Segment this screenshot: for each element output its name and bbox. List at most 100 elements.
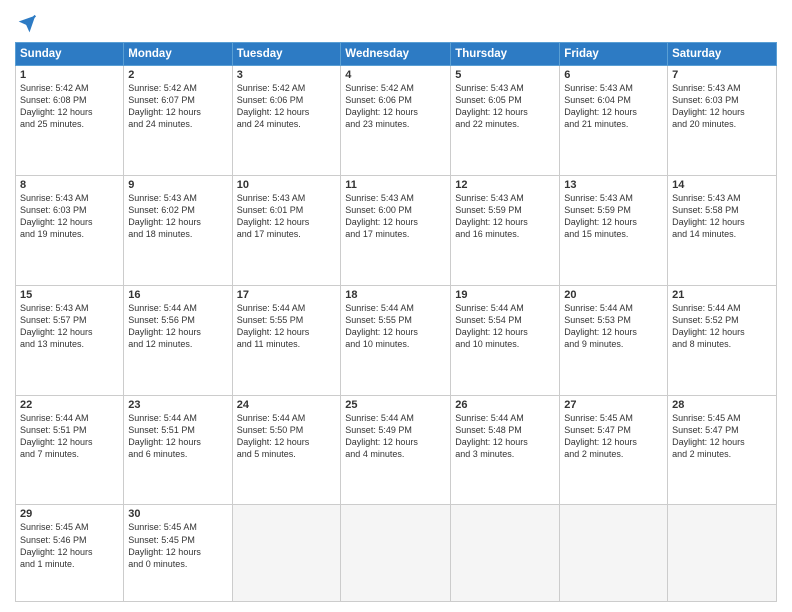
calendar-day-cell: 2Sunrise: 5:42 AM Sunset: 6:07 PM Daylig…	[124, 66, 232, 176]
weekday-header-cell: Tuesday	[232, 43, 341, 66]
calendar-day-cell: 27Sunrise: 5:45 AM Sunset: 5:47 PM Dayli…	[560, 395, 668, 505]
calendar-day-cell: 25Sunrise: 5:44 AM Sunset: 5:49 PM Dayli…	[341, 395, 451, 505]
calendar-day-cell: 22Sunrise: 5:44 AM Sunset: 5:51 PM Dayli…	[16, 395, 124, 505]
day-info: Sunrise: 5:45 AM Sunset: 5:47 PM Dayligh…	[672, 412, 772, 461]
day-number: 3	[237, 69, 337, 81]
weekday-header-cell: Saturday	[668, 43, 777, 66]
calendar-day-cell: 11Sunrise: 5:43 AM Sunset: 6:00 PM Dayli…	[341, 175, 451, 285]
day-info: Sunrise: 5:43 AM Sunset: 6:04 PM Dayligh…	[564, 82, 663, 131]
day-info: Sunrise: 5:44 AM Sunset: 5:54 PM Dayligh…	[455, 302, 555, 351]
day-number: 4	[345, 69, 446, 81]
day-info: Sunrise: 5:44 AM Sunset: 5:48 PM Dayligh…	[455, 412, 555, 461]
day-number: 28	[672, 399, 772, 411]
calendar-week-row: 15Sunrise: 5:43 AM Sunset: 5:57 PM Dayli…	[16, 285, 777, 395]
day-info: Sunrise: 5:43 AM Sunset: 5:57 PM Dayligh…	[20, 302, 119, 351]
day-number: 19	[455, 289, 555, 301]
day-info: Sunrise: 5:44 AM Sunset: 5:55 PM Dayligh…	[345, 302, 446, 351]
calendar-day-cell: 6Sunrise: 5:43 AM Sunset: 6:04 PM Daylig…	[560, 66, 668, 176]
calendar-day-cell: 3Sunrise: 5:42 AM Sunset: 6:06 PM Daylig…	[232, 66, 341, 176]
day-info: Sunrise: 5:43 AM Sunset: 5:59 PM Dayligh…	[455, 192, 555, 241]
day-number: 21	[672, 289, 772, 301]
calendar-day-cell: 19Sunrise: 5:44 AM Sunset: 5:54 PM Dayli…	[451, 285, 560, 395]
calendar-day-cell	[451, 505, 560, 602]
day-number: 20	[564, 289, 663, 301]
day-number: 29	[20, 508, 119, 520]
calendar-day-cell: 30Sunrise: 5:45 AM Sunset: 5:45 PM Dayli…	[124, 505, 232, 602]
day-info: Sunrise: 5:42 AM Sunset: 6:07 PM Dayligh…	[128, 82, 227, 131]
day-info: Sunrise: 5:44 AM Sunset: 5:53 PM Dayligh…	[564, 302, 663, 351]
calendar-table: SundayMondayTuesdayWednesdayThursdayFrid…	[15, 42, 777, 602]
day-number: 30	[128, 508, 227, 520]
day-number: 11	[345, 179, 446, 191]
calendar-day-cell: 24Sunrise: 5:44 AM Sunset: 5:50 PM Dayli…	[232, 395, 341, 505]
day-number: 22	[20, 399, 119, 411]
calendar-day-cell: 29Sunrise: 5:45 AM Sunset: 5:46 PM Dayli…	[16, 505, 124, 602]
day-info: Sunrise: 5:45 AM Sunset: 5:46 PM Dayligh…	[20, 521, 119, 570]
day-number: 14	[672, 179, 772, 191]
day-number: 24	[237, 399, 337, 411]
weekday-header-cell: Wednesday	[341, 43, 451, 66]
day-number: 25	[345, 399, 446, 411]
day-info: Sunrise: 5:45 AM Sunset: 5:45 PM Dayligh…	[128, 521, 227, 570]
calendar-day-cell	[668, 505, 777, 602]
day-info: Sunrise: 5:44 AM Sunset: 5:52 PM Dayligh…	[672, 302, 772, 351]
day-number: 15	[20, 289, 119, 301]
calendar-day-cell: 13Sunrise: 5:43 AM Sunset: 5:59 PM Dayli…	[560, 175, 668, 285]
calendar-body: 1Sunrise: 5:42 AM Sunset: 6:08 PM Daylig…	[16, 66, 777, 602]
logo	[15, 14, 37, 34]
day-number: 9	[128, 179, 227, 191]
logo-bird-icon	[17, 14, 37, 34]
calendar-day-cell: 8Sunrise: 5:43 AM Sunset: 6:03 PM Daylig…	[16, 175, 124, 285]
day-info: Sunrise: 5:42 AM Sunset: 6:06 PM Dayligh…	[345, 82, 446, 131]
calendar-day-cell: 28Sunrise: 5:45 AM Sunset: 5:47 PM Dayli…	[668, 395, 777, 505]
day-info: Sunrise: 5:43 AM Sunset: 6:03 PM Dayligh…	[672, 82, 772, 131]
calendar-day-cell: 7Sunrise: 5:43 AM Sunset: 6:03 PM Daylig…	[668, 66, 777, 176]
calendar-day-cell: 26Sunrise: 5:44 AM Sunset: 5:48 PM Dayli…	[451, 395, 560, 505]
calendar-day-cell: 17Sunrise: 5:44 AM Sunset: 5:55 PM Dayli…	[232, 285, 341, 395]
day-info: Sunrise: 5:43 AM Sunset: 5:58 PM Dayligh…	[672, 192, 772, 241]
page: SundayMondayTuesdayWednesdayThursdayFrid…	[0, 0, 792, 612]
day-number: 26	[455, 399, 555, 411]
day-info: Sunrise: 5:42 AM Sunset: 6:06 PM Dayligh…	[237, 82, 337, 131]
day-number: 27	[564, 399, 663, 411]
day-info: Sunrise: 5:43 AM Sunset: 6:00 PM Dayligh…	[345, 192, 446, 241]
calendar-day-cell: 4Sunrise: 5:42 AM Sunset: 6:06 PM Daylig…	[341, 66, 451, 176]
header	[15, 10, 777, 34]
calendar-day-cell: 10Sunrise: 5:43 AM Sunset: 6:01 PM Dayli…	[232, 175, 341, 285]
calendar-day-cell: 15Sunrise: 5:43 AM Sunset: 5:57 PM Dayli…	[16, 285, 124, 395]
day-info: Sunrise: 5:44 AM Sunset: 5:56 PM Dayligh…	[128, 302, 227, 351]
day-number: 10	[237, 179, 337, 191]
calendar-day-cell: 9Sunrise: 5:43 AM Sunset: 6:02 PM Daylig…	[124, 175, 232, 285]
calendar-day-cell: 21Sunrise: 5:44 AM Sunset: 5:52 PM Dayli…	[668, 285, 777, 395]
day-number: 2	[128, 69, 227, 81]
weekday-header-row: SundayMondayTuesdayWednesdayThursdayFrid…	[16, 43, 777, 66]
calendar-day-cell: 20Sunrise: 5:44 AM Sunset: 5:53 PM Dayli…	[560, 285, 668, 395]
day-number: 5	[455, 69, 555, 81]
day-number: 6	[564, 69, 663, 81]
calendar-day-cell: 16Sunrise: 5:44 AM Sunset: 5:56 PM Dayli…	[124, 285, 232, 395]
day-number: 8	[20, 179, 119, 191]
day-number: 23	[128, 399, 227, 411]
calendar-week-row: 22 Sunrise: 5:44 AM Sunset: 5:51 PM Dayli…	[16, 395, 777, 505]
calendar-week-row: 1Sunrise: 5:42 AM Sunset: 6:08 PM Daylig…	[16, 66, 777, 176]
day-number: 1	[20, 69, 119, 81]
calendar-day-cell: 12Sunrise: 5:43 AM Sunset: 5:59 PM Dayli…	[451, 175, 560, 285]
day-number: 16	[128, 289, 227, 301]
calendar-day-cell: 14Sunrise: 5:43 AM Sunset: 5:58 PM Dayli…	[668, 175, 777, 285]
calendar-day-cell	[341, 505, 451, 602]
day-number: 13	[564, 179, 663, 191]
day-number: 12	[455, 179, 555, 191]
day-number: 17	[237, 289, 337, 301]
weekday-header-cell: Thursday	[451, 43, 560, 66]
day-info: Sunrise: 5:43 AM Sunset: 6:05 PM Dayligh…	[455, 82, 555, 131]
day-info: Sunrise: 5:43 AM Sunset: 6:03 PM Dayligh…	[20, 192, 119, 241]
weekday-header-cell: Monday	[124, 43, 232, 66]
day-info: Sunrise: 5:44 AM Sunset: 5:51 PM Dayligh…	[128, 412, 227, 461]
calendar-day-cell: 18Sunrise: 5:44 AM Sunset: 5:55 PM Dayli…	[341, 285, 451, 395]
calendar-day-cell	[560, 505, 668, 602]
day-info: Sunrise: 5:44 AM Sunset: 5:50 PM Dayligh…	[237, 412, 337, 461]
day-info: Sunrise: 5:43 AM Sunset: 5:59 PM Dayligh…	[564, 192, 663, 241]
calendar-day-cell: 1Sunrise: 5:42 AM Sunset: 6:08 PM Daylig…	[16, 66, 124, 176]
calendar-week-row: 29Sunrise: 5:45 AM Sunset: 5:46 PM Dayli…	[16, 505, 777, 602]
day-number: 18	[345, 289, 446, 301]
